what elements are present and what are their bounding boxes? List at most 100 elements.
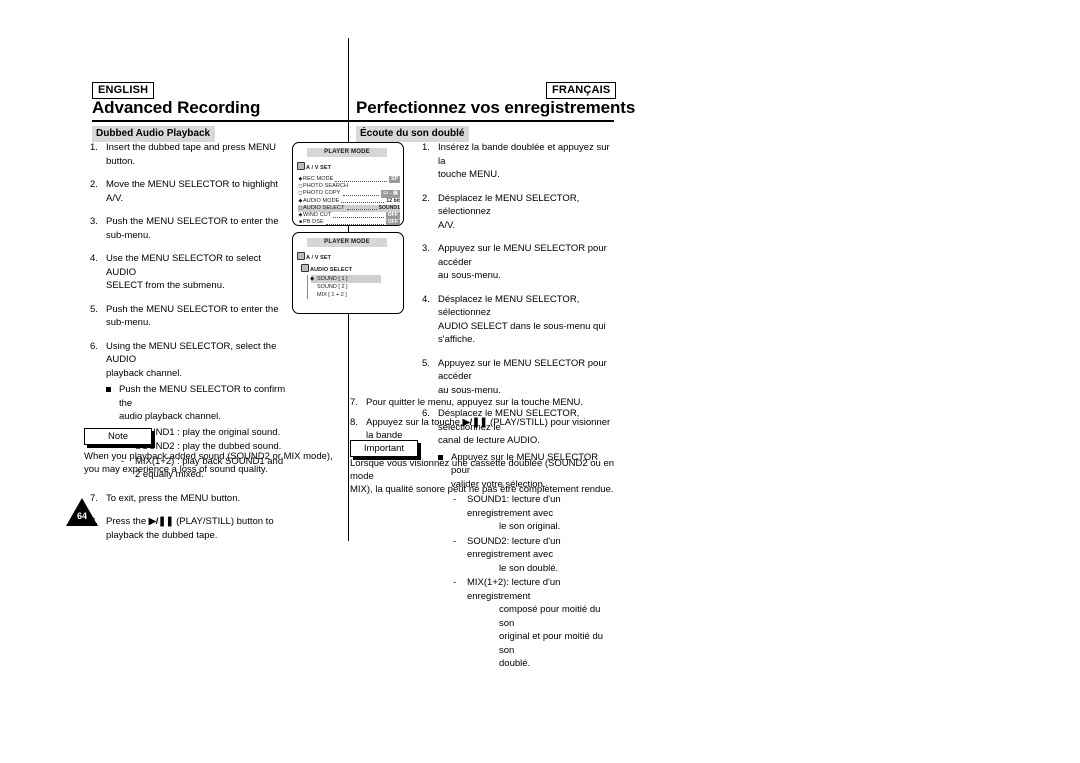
lcd-menu-row[interactable]: ■ PB DSE OFF	[298, 219, 400, 226]
step-line: Move the MENU SELECTOR to highlight A/V.	[106, 179, 278, 204]
sub-bullet-line: audio playback channel.	[119, 411, 221, 422]
dash-text-cont: composé pour moitié du son	[499, 604, 601, 629]
lcd-menu-row-selected[interactable]: ◻ AUDIO SELECT SOUND1	[298, 204, 400, 212]
lcd-submenu-label: AUDIO SELECT	[310, 267, 353, 273]
instruction-list-english: 1. Insert the dubbed tape and press MENU…	[90, 141, 290, 552]
step-item: 8. Press the ▶/❚❚ (PLAY/STILL) button to…	[90, 515, 290, 542]
step-number: 1.	[422, 142, 430, 153]
lcd-option[interactable]: MIX [ 1 + 2 ]	[311, 291, 381, 299]
menu-row-value: ▭→▤	[381, 190, 400, 198]
step-line: AUDIO SELECT dans le sous-menu qui s'aff…	[438, 320, 606, 346]
lcd-menu-row[interactable]: ◻ PHOTO COPY ▭→▤	[298, 190, 400, 198]
step-item: 2. Désplacez le MENU SELECTOR, sélection…	[422, 192, 617, 233]
lcd-menu-screen-main: PLAYER MODE A / V SET ◆ REC MODE SP ◻ PH…	[292, 142, 404, 226]
step-number: 1.	[90, 142, 98, 153]
dash-text: MIX(1+2): lecture d'un enregistrement	[467, 577, 561, 602]
step-item: 5. Appuyez sur le MENU SELECTOR pour acc…	[422, 357, 617, 398]
lcd-menu-row[interactable]: ◆ WIND CUT OFF	[298, 211, 400, 220]
dash-text-cont: doublé.	[499, 658, 531, 669]
step-line: au sous-menu.	[438, 384, 501, 396]
lcd-breadcrumb-label: A / V SET	[306, 255, 332, 261]
leader-dots	[341, 198, 385, 204]
step-number: 3.	[90, 216, 98, 227]
step-line: au sous-menu.	[438, 270, 501, 281]
step-line: touche MENU.	[438, 169, 500, 180]
dash-marker-icon: -	[453, 577, 457, 588]
menu-row-label: AUDIO MODE	[303, 197, 340, 204]
menu-row-label: PB DSE	[303, 219, 324, 226]
step-line: Push the MENU SELECTOR to enter the	[106, 303, 279, 315]
step-line: Push the MENU SELECTOR to enter the	[106, 216, 279, 227]
play-still-icon: ▶/❚❚	[462, 416, 488, 428]
step-text-prefix: Appuyez sur la touche	[366, 416, 461, 428]
step-line: playback channel.	[106, 367, 183, 379]
step-number: 5.	[422, 357, 430, 369]
page-number-badge: 64	[66, 498, 98, 526]
lcd-menu-rows: ◆ REC MODE SP ◻ PHOTO SEARCH ◻ PHOTO COP…	[298, 176, 400, 226]
step-item: 7. To exit, press the MENU button.	[90, 492, 290, 506]
step-line: Désplacez le MENU SELECTOR, sélectionnez	[438, 293, 580, 319]
step-line: Appuyez sur le MENU SELECTOR pour accéde…	[438, 243, 607, 268]
folder-icon	[297, 252, 305, 260]
manual-page: ENGLISH FRANÇAIS Advanced Recording Perf…	[0, 0, 1080, 763]
step-number: 4.	[90, 253, 98, 264]
step-number: 3.	[422, 243, 430, 254]
section-title-french: Écoute du son doublé	[356, 126, 470, 142]
folder-open-icon	[301, 264, 309, 272]
step-item: 3. Push the MENU SELECTOR to enter the s…	[90, 215, 290, 242]
menu-row-value: SOUND1	[378, 204, 400, 211]
lcd-option[interactable]: SOUND [ 2 ]	[311, 283, 381, 291]
step-item: 1. Insert the dubbed tape and press MENU…	[90, 141, 290, 168]
lcd-menu-screen-submenu: PLAYER MODE A / V SET AUDIO SELECT ◆ SOU…	[292, 232, 404, 314]
menu-row-value: OFF	[385, 211, 400, 220]
step-line: Pour quitter le menu, appuyez sur la tou…	[366, 397, 584, 408]
step-line: SELECT from the submenu.	[106, 280, 225, 291]
dash-text-cont: le son doublé.	[499, 562, 559, 574]
step-text-prefix: Press the	[106, 516, 147, 527]
note-label-french: Important	[350, 440, 418, 457]
lcd-option-label: SOUND [ 1 ]	[317, 276, 348, 282]
menu-row-value: OFF	[385, 219, 400, 226]
step-line: Insert the dubbed tape and press MENU bu…	[106, 142, 277, 167]
dash-text-cont: original et pour moitié du son	[499, 631, 604, 656]
lcd-title-main: PLAYER MODE	[307, 148, 387, 157]
step-item: 2. Move the MENU SELECTOR to highlight A…	[90, 178, 290, 205]
page-title-french: Perfectionnez vos enregistrements	[356, 98, 636, 117]
note-line: you may experience a loss of sound quali…	[84, 464, 268, 475]
step-item: 3. Appuyez sur le MENU SELECTOR pour acc…	[422, 242, 617, 283]
leader-dots	[342, 191, 380, 196]
page-title-english: Advanced Recording	[92, 98, 261, 117]
step-item: 4. Use the MENU SELECTOR to select AUDIO…	[90, 252, 290, 293]
menu-row-label: REC MODE	[303, 176, 334, 182]
language-tag-english: ENGLISH	[92, 82, 155, 99]
lcd-breadcrumb-label: A / V SET	[306, 165, 332, 171]
menu-row-label: WIND CUT	[303, 211, 332, 218]
page-number: 64	[76, 511, 87, 521]
step-line: Using the MENU SELECTOR, select the AUDI…	[106, 340, 277, 366]
dash-text: SOUND1 : play the original sound.	[135, 426, 281, 438]
lcd-menu-row[interactable]: ◆ REC MODE SP	[298, 176, 400, 184]
dash-item: - SOUND1: lecture d'un enregistrement av…	[451, 493, 617, 534]
menu-row-label: PHOTO COPY	[303, 190, 341, 197]
square-bullet-icon	[106, 387, 111, 392]
step-number: 8.	[350, 416, 358, 428]
lcd-menu-row[interactable]: ◆ AUDIO MODE 12 bit	[298, 198, 400, 205]
step-item: 7. Pour quitter le menu, appuyez sur la …	[350, 396, 618, 410]
leader-dots	[346, 205, 377, 211]
dash-marker-icon: -	[453, 535, 457, 547]
lcd-connector-line	[348, 314, 349, 320]
leader-dots	[350, 184, 398, 188]
lcd-menu-row[interactable]: ◻ PHOTO SEARCH	[298, 183, 400, 190]
step-number: 4.	[422, 293, 430, 305]
step-item: 4. Désplacez le MENU SELECTOR, sélection…	[422, 293, 617, 347]
note-line: MIX), la qualité sonore peut ne pas être…	[350, 484, 614, 495]
lcd-title-submenu: PLAYER MODE	[307, 238, 387, 247]
cursor-icon: ◆	[310, 276, 315, 282]
dash-item: - MIX(1+2): lecture d'un enregistrement …	[451, 576, 617, 671]
dash-item: - SOUND2: lecture d'un enregistrement av…	[451, 535, 617, 576]
lcd-option-label: SOUND [ 2 ]	[317, 284, 348, 290]
dash-list: - SOUND1: lecture d'un enregistrement av…	[451, 493, 617, 671]
header-rule-english	[92, 120, 348, 122]
lcd-option-selected[interactable]: ◆ SOUND [ 1 ]	[310, 275, 381, 283]
step-line: Insérez la bande doublée et appuyez sur …	[438, 142, 610, 167]
